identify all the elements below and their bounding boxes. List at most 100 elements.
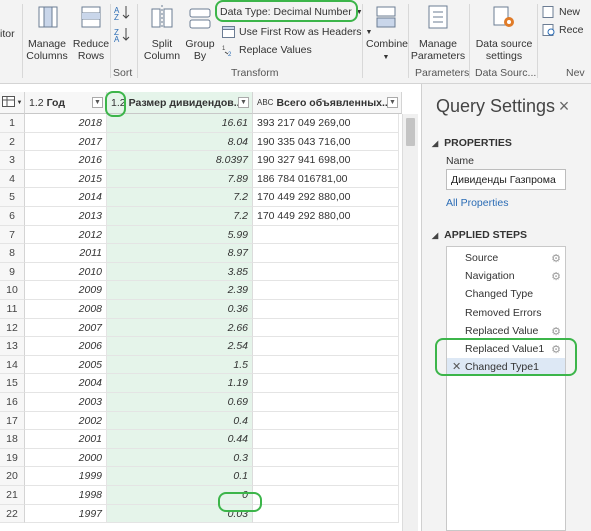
table-menu-button[interactable]: ▼ [0,92,25,114]
year-cell[interactable]: 2000 [25,448,107,468]
editor-label-fragment[interactable]: itor [0,28,15,40]
applied-step-item[interactable]: Navigation ⚙ [447,267,565,285]
total-cell[interactable] [253,262,399,282]
total-cell[interactable] [253,337,399,356]
total-cell[interactable]: 190 335 043 716,00 [253,132,399,152]
row-number-cell[interactable]: 22 [0,504,25,524]
row-number-cell[interactable]: 3 [0,151,25,170]
applied-step-item[interactable]: Source ⚙ [447,249,565,267]
row-number-cell[interactable]: 8 [0,244,25,263]
vertical-scrollbar[interactable] [402,114,418,531]
total-cell[interactable] [253,411,399,431]
row-number-cell[interactable]: 2 [0,132,25,152]
total-cell[interactable] [253,393,399,412]
year-cell[interactable]: 1999 [25,467,107,486]
year-cell[interactable]: 2011 [25,244,107,263]
dividend-cell[interactable]: 0.44 [107,430,253,449]
row-number-cell[interactable]: 13 [0,337,25,356]
year-cell[interactable]: 2017 [25,132,107,152]
row-number-cell[interactable]: 14 [0,355,25,375]
use-first-row-as-headers-button[interactable]: Use First Row as Headers ▼ [222,24,372,40]
year-cell[interactable]: 2015 [25,169,107,189]
manage-columns-button[interactable]: Manage Columns [26,2,68,66]
total-cell[interactable]: 170 449 292 880,00 [253,188,399,207]
split-column-button[interactable]: Split Column [142,2,182,66]
sort-descending-icon[interactable]: ZA [114,26,132,44]
row-number-cell[interactable]: 21 [0,486,25,505]
dividend-cell[interactable]: 8.0397 [107,151,253,170]
dividend-cell[interactable]: 2.39 [107,281,253,300]
row-number-cell[interactable]: 4 [0,169,25,189]
decimal-type-icon[interactable]: 1.2 [29,97,44,109]
total-cell[interactable] [253,281,399,300]
row-number-cell[interactable]: 18 [0,430,25,449]
row-number-cell[interactable]: 11 [0,300,25,319]
total-cell[interactable]: 170 449 292 880,00 [253,207,399,226]
dividend-cell[interactable]: 0.3 [107,448,253,468]
row-number-cell[interactable]: 9 [0,262,25,282]
year-cell[interactable]: 2008 [25,300,107,319]
total-cell[interactable] [253,374,399,393]
row-number-cell[interactable]: 5 [0,188,25,207]
total-cell[interactable] [253,430,399,449]
step-settings-gear-icon[interactable]: ⚙ [551,250,561,268]
year-cell[interactable]: 2014 [25,188,107,207]
dividend-cell[interactable]: 7.2 [107,188,253,207]
properties-section-header[interactable]: ◢ PROPERTIES [432,137,512,149]
total-cell[interactable]: 393 217 049 269,00 [253,114,399,133]
row-number-cell[interactable]: 1 [0,114,25,133]
year-cell[interactable]: 2002 [25,411,107,431]
text-type-icon[interactable]: ABC [257,98,273,107]
manage-parameters-button[interactable]: Manage Parameters [410,2,466,66]
year-cell[interactable]: 1997 [25,504,107,524]
dividend-cell[interactable]: 0.69 [107,393,253,412]
total-cell[interactable] [253,355,399,375]
dividend-cell[interactable]: 8.97 [107,244,253,263]
total-cell[interactable] [253,244,399,263]
year-cell[interactable]: 2003 [25,393,107,412]
dividend-cell[interactable]: 7.89 [107,169,253,189]
total-cell[interactable] [253,486,399,505]
year-cell[interactable]: 2007 [25,318,107,338]
reduce-rows-button[interactable]: Reduce Rows [72,2,110,66]
applied-step-item[interactable]: Changed Type [447,285,565,303]
year-cell[interactable]: 2005 [25,355,107,375]
dividend-cell[interactable]: 1.19 [107,374,253,393]
row-number-cell[interactable]: 19 [0,448,25,468]
row-number-cell[interactable]: 10 [0,281,25,300]
filter-dropdown-icon[interactable]: ▼ [92,97,103,108]
year-cell[interactable]: 2004 [25,374,107,393]
year-cell[interactable]: 2013 [25,207,107,226]
total-cell[interactable]: 190 327 941 698,00 [253,151,399,170]
dividend-cell[interactable]: 2.66 [107,318,253,338]
total-cell[interactable]: 186 784 016781,00 [253,169,399,189]
dividend-cell[interactable]: 2.54 [107,337,253,356]
year-cell[interactable]: 1998 [25,486,107,505]
dividend-cell[interactable]: 3.85 [107,262,253,282]
filter-dropdown-icon[interactable]: ▼ [387,97,398,108]
total-cell[interactable] [253,448,399,468]
year-cell[interactable]: 2009 [25,281,107,300]
total-cell[interactable] [253,225,399,245]
dividend-cell[interactable]: 7.2 [107,207,253,226]
dividend-cell[interactable]: 16.61 [107,114,253,133]
step-settings-gear-icon[interactable]: ⚙ [551,268,561,286]
dividend-cell[interactable]: 5.99 [107,225,253,245]
column-header-year[interactable]: 1.2 Год ▼ [25,92,107,114]
scrollbar-thumb[interactable] [406,118,415,146]
total-cell[interactable] [253,467,399,486]
year-cell[interactable]: 2016 [25,151,107,170]
dividend-cell[interactable]: 0.1 [107,467,253,486]
sort-ascending-icon[interactable]: AZ [114,4,132,22]
combine-button[interactable]: Combine ▼ [366,2,408,66]
row-number-cell[interactable]: 17 [0,411,25,431]
all-properties-link[interactable]: All Properties [446,197,508,209]
dividend-cell[interactable]: 1.5 [107,355,253,375]
row-number-cell[interactable]: 20 [0,467,25,486]
group-by-button[interactable]: Group By [184,2,216,66]
year-cell[interactable]: 2012 [25,225,107,245]
dividend-cell[interactable]: 8.04 [107,132,253,152]
data-source-settings-button[interactable]: Data source settings [473,2,535,66]
row-number-cell[interactable]: 6 [0,207,25,226]
dividend-cell[interactable]: 0.36 [107,300,253,319]
